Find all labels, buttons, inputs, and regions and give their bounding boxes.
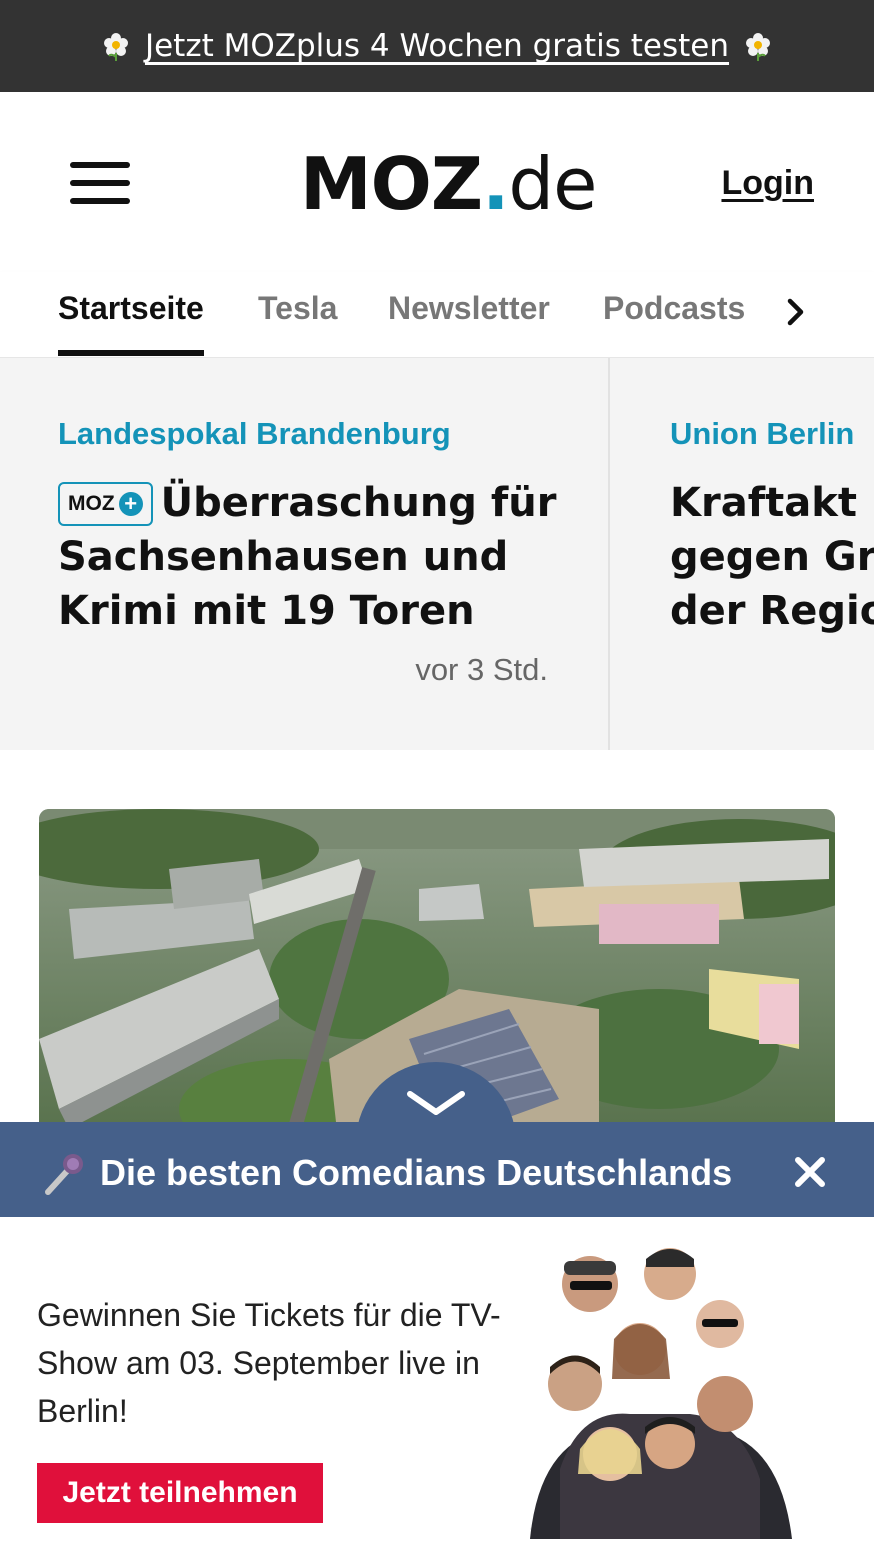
logo-dot: .	[482, 142, 509, 226]
microphone-icon	[45, 1154, 83, 1195]
tab-tesla[interactable]: Tesla	[258, 290, 337, 356]
teaser-strip: Landespokal Brandenburg MOZ + Überraschung…	[0, 358, 874, 750]
promo-label: Jetzt MOZplus 4 Wochen gratis testen	[144, 28, 730, 64]
comedians-photo[interactable]	[520, 1239, 800, 1539]
teaser-card[interactable]: Union Berlin Kraftakt im gegen Gre der R…	[612, 358, 874, 750]
chevron-right-icon[interactable]	[780, 294, 812, 330]
promo-link[interactable]: Jetzt MOZplus 4 Wochen gratis testen	[101, 28, 773, 64]
ad-text: Gewinnen Sie Tickets für die TV-Show am …	[37, 1297, 501, 1429]
login-link[interactable]: Login	[721, 164, 814, 203]
teaser-headline-line: Kraftakt im	[670, 480, 874, 526]
menu-icon[interactable]	[70, 162, 130, 204]
mozplus-badge: MOZ +	[58, 482, 153, 526]
plus-icon: +	[118, 492, 143, 516]
teaser-headline[interactable]: MOZ + Überraschung für Sachsenhausen und K…	[58, 476, 578, 638]
tab-podcasts[interactable]: Podcasts	[603, 290, 745, 356]
site-logo[interactable]: MOZ. de	[300, 142, 597, 226]
participate-button[interactable]: Jetzt teilnehmen	[37, 1463, 323, 1523]
teaser-kicker: Union Berlin	[670, 416, 855, 451]
site-header: MOZ. de Login	[0, 92, 874, 272]
teaser-headline[interactable]: Kraftakt im gegen Gre der Region	[670, 476, 874, 638]
ad-banner-header: Die besten Comedians Deutschlands	[0, 1122, 874, 1217]
promo-bar: Jetzt MOZplus 4 Wochen gratis testen	[0, 0, 874, 92]
flower-icon	[746, 33, 771, 61]
logo-main: MOZ	[300, 142, 483, 226]
tab-newsletter[interactable]: Newsletter	[388, 290, 550, 356]
ad-banner-body: Gewinnen Sie Tickets für die TV-Show am …	[0, 1217, 874, 1555]
teaser-headline-line: gegen Gre	[670, 534, 874, 580]
section-nav: Startseite Tesla Newsletter Podcasts	[0, 272, 874, 358]
ad-title: Die besten Comedians Deutschlands	[100, 1152, 733, 1193]
teaser-time: vor 3 Std.	[415, 652, 548, 687]
chevron-down-icon	[407, 1091, 465, 1115]
flower-icon	[103, 33, 128, 61]
close-icon[interactable]	[792, 1154, 828, 1190]
teaser-headline-line: der Region	[670, 588, 874, 634]
tab-startseite[interactable]: Startseite	[58, 290, 204, 356]
logo-tld: de	[508, 142, 597, 226]
teaser-card[interactable]: Landespokal Brandenburg MOZ + Überraschung…	[0, 358, 610, 750]
mozplus-badge-label: MOZ	[68, 492, 115, 515]
teaser-kicker: Landespokal Brandenburg	[58, 416, 451, 451]
